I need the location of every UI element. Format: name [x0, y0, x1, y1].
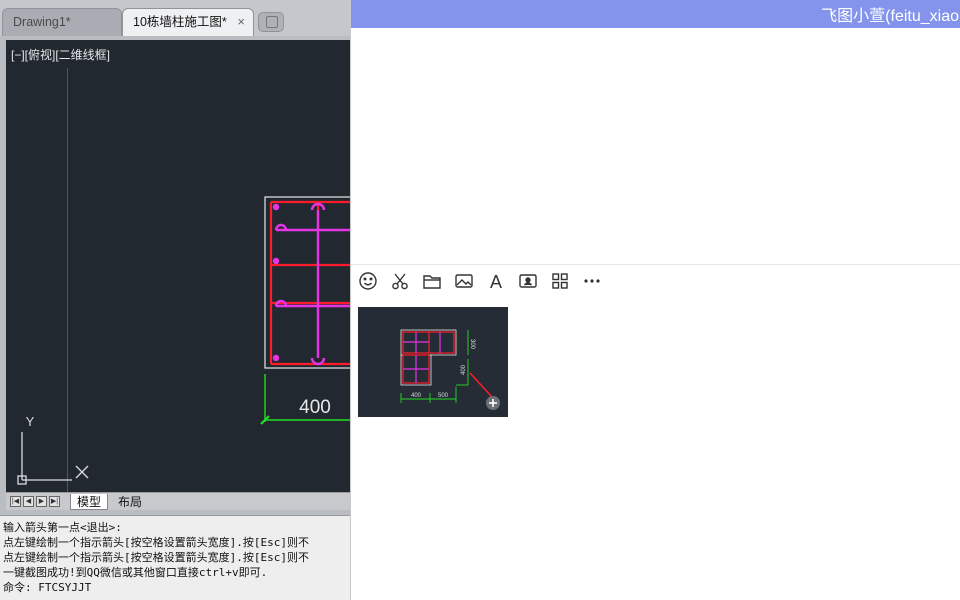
tab-drawing1[interactable]: Drawing1* [2, 8, 122, 36]
drawing-viewport[interactable]: 400 Y [−][俯视][二维线框] [6, 40, 350, 492]
more-icon[interactable] [581, 270, 605, 294]
view-label[interactable]: [−][俯视][二维线框] [11, 46, 110, 63]
message-input-area[interactable] [351, 420, 960, 600]
close-icon[interactable]: × [237, 9, 245, 35]
desktop: Drawing1* 10栋墙柱施工图* × 400 Y [−][俯视][二维线框… [0, 0, 960, 600]
drawing-canvas: 400 Y [17, 196, 350, 485]
apps-grid-icon[interactable] [549, 270, 573, 294]
chat-window: 飞图小萱(feitu_xiao A 400 500 300 400 [350, 0, 960, 600]
layout-tab-model[interactable]: 模型 [70, 494, 109, 510]
tab-wall-column-drawing[interactable]: 10栋墙柱施工图* × [122, 8, 254, 36]
prev-layout-button[interactable]: ◀ [23, 496, 34, 507]
command-history-line: 点左键绘制一个指示箭头[按空格设置箭头宽度].按[Esc]则不 [3, 536, 309, 549]
ucs-axis-icon [17, 432, 89, 485]
first-layout-button[interactable]: |◀ [10, 496, 21, 507]
column-rebar [274, 202, 350, 366]
message-history-area[interactable] [351, 28, 960, 264]
next-layout-button[interactable]: ▶ [36, 496, 47, 507]
zoom-plus-icon[interactable] [486, 396, 500, 410]
command-history-line: 输入箭头第一点<退出>: [3, 521, 122, 534]
input-divider [351, 264, 960, 265]
tab-label: 10栋墙柱施工图* [133, 15, 227, 29]
font-icon[interactable]: A [485, 270, 509, 294]
pasted-dim-label: 500 [438, 393, 449, 399]
emoji-icon[interactable] [357, 270, 381, 294]
command-line[interactable]: 输入箭头第一点<退出>: 点左键绘制一个指示箭头[按空格设置箭头宽度].按[Es… [0, 515, 350, 600]
column-outline [264, 196, 350, 369]
dimension-label: 400 [299, 397, 331, 418]
chat-header: 飞图小萱(feitu_xiao [351, 0, 960, 28]
image-icon[interactable] [453, 270, 477, 294]
pasted-dim-label: 400 [411, 393, 422, 399]
command-history-line: 点左键绘制一个指示箭头[按空格设置箭头宽度].按[Esc]则不 [3, 551, 309, 564]
new-tab-button[interactable] [258, 12, 284, 32]
pasted-drawing: 400 500 300 400 [400, 329, 500, 410]
new-tab-icon [266, 16, 278, 28]
command-history-line: 一键截图成功!到QQ微信或其他窗口直接ctrl+v即可. [3, 566, 268, 579]
ucs-y-label: Y [26, 414, 35, 429]
tab-label: Drawing1* [13, 15, 71, 29]
pasted-dim-label: 400 [461, 364, 467, 375]
font-icon-label: A [490, 272, 502, 292]
chat-contact-name: 飞图小萱(feitu_xiao [821, 8, 959, 25]
folder-icon[interactable] [421, 270, 445, 294]
pasted-screenshot-thumbnail[interactable]: 400 500 300 400 [358, 307, 508, 417]
scissors-icon[interactable] [389, 270, 413, 294]
command-prompt[interactable]: 命令: FTCSYJJT [3, 580, 350, 595]
layout-tab-bar: |◀ ◀ ▶ ▶| 模型 布局 [6, 492, 350, 510]
cad-window: Drawing1* 10栋墙柱施工图* × 400 Y [−][俯视][二维线框… [0, 0, 350, 600]
last-layout-button[interactable]: ▶| [49, 496, 60, 507]
contact-card-icon[interactable] [517, 270, 541, 294]
pasted-dim-label: 300 [469, 339, 475, 350]
document-tab-bar: Drawing1* 10栋墙柱施工图* × [0, 0, 350, 36]
layout-tab-layout[interactable]: 布局 [112, 494, 148, 510]
